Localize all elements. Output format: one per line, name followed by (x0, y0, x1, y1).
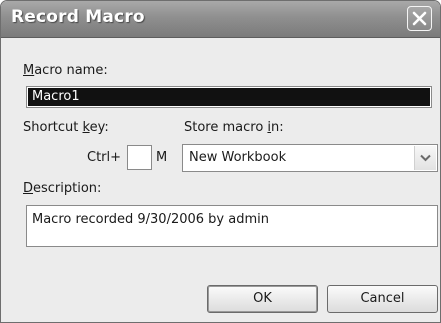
dialog-title: Record Macro (11, 7, 145, 27)
record-macro-dialog: Record Macro Macro name: Macro1 Shortcut… (0, 0, 441, 323)
store-macro-value: New Workbook (189, 150, 287, 165)
description-value: Macro recorded 9/30/2006 by admin (32, 212, 269, 227)
description-label: Description: (23, 181, 102, 196)
ctrl-label: Ctrl+ (87, 150, 122, 165)
store-macro-select[interactable]: New Workbook (182, 144, 438, 172)
shortcut-key-label: Shortcut key: (23, 120, 109, 135)
chevron-down-icon (420, 154, 431, 162)
cancel-button[interactable]: Cancel (327, 285, 438, 313)
store-macro-label: Store macro in: (184, 120, 284, 135)
shortcut-suffix-letter: M (156, 150, 168, 165)
dropdown-button[interactable] (414, 146, 436, 170)
macro-name-input[interactable]: Macro1 (26, 86, 432, 108)
shortcut-key-input[interactable] (127, 145, 152, 170)
macro-name-value: Macro1 (28, 88, 430, 106)
ok-button[interactable]: OK (207, 285, 318, 313)
description-input[interactable]: Macro recorded 9/30/2006 by admin (26, 205, 438, 247)
macro-name-label: Macro name: (23, 63, 108, 78)
close-button[interactable] (407, 6, 432, 31)
close-icon (412, 11, 427, 26)
title-bar[interactable]: Record Macro (1, 1, 440, 38)
